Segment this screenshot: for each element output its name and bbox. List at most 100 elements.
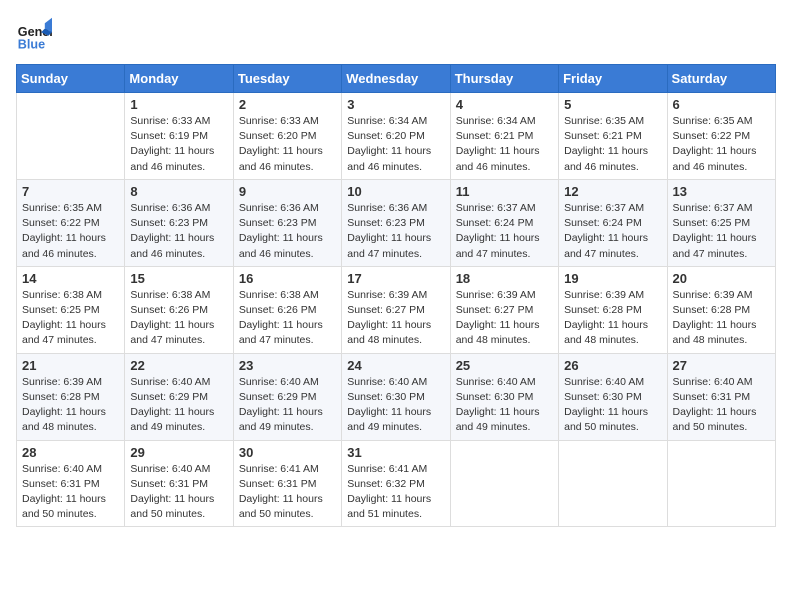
day-info: Sunrise: 6:37 AM Sunset: 6:24 PM Dayligh… (564, 201, 661, 262)
day-info: Sunrise: 6:40 AM Sunset: 6:31 PM Dayligh… (22, 462, 119, 523)
logo: General Blue (16, 16, 52, 52)
day-info: Sunrise: 6:39 AM Sunset: 6:27 PM Dayligh… (456, 288, 553, 349)
svg-text:Blue: Blue (18, 37, 45, 51)
calendar-cell: 4 Sunrise: 6:34 AM Sunset: 6:21 PM Dayli… (450, 93, 558, 180)
calendar-cell: 9 Sunrise: 6:36 AM Sunset: 6:23 PM Dayli… (233, 179, 341, 266)
logo-icon: General Blue (16, 16, 52, 52)
day-info: Sunrise: 6:33 AM Sunset: 6:19 PM Dayligh… (130, 114, 227, 175)
calendar-cell: 30 Sunrise: 6:41 AM Sunset: 6:31 PM Dayl… (233, 440, 341, 527)
calendar-cell: 31 Sunrise: 6:41 AM Sunset: 6:32 PM Dayl… (342, 440, 450, 527)
calendar-week-row: 7 Sunrise: 6:35 AM Sunset: 6:22 PM Dayli… (17, 179, 776, 266)
day-number: 9 (239, 184, 336, 199)
day-info: Sunrise: 6:41 AM Sunset: 6:31 PM Dayligh… (239, 462, 336, 523)
day-number: 27 (673, 358, 770, 373)
calendar-cell: 7 Sunrise: 6:35 AM Sunset: 6:22 PM Dayli… (17, 179, 125, 266)
calendar-cell (667, 440, 775, 527)
day-number: 17 (347, 271, 444, 286)
day-info: Sunrise: 6:40 AM Sunset: 6:30 PM Dayligh… (456, 375, 553, 436)
day-number: 1 (130, 97, 227, 112)
day-number: 26 (564, 358, 661, 373)
calendar-week-row: 14 Sunrise: 6:38 AM Sunset: 6:25 PM Dayl… (17, 266, 776, 353)
day-info: Sunrise: 6:35 AM Sunset: 6:22 PM Dayligh… (22, 201, 119, 262)
day-number: 22 (130, 358, 227, 373)
day-info: Sunrise: 6:33 AM Sunset: 6:20 PM Dayligh… (239, 114, 336, 175)
weekday-header-row: SundayMondayTuesdayWednesdayThursdayFrid… (17, 65, 776, 93)
calendar-cell: 6 Sunrise: 6:35 AM Sunset: 6:22 PM Dayli… (667, 93, 775, 180)
weekday-label: Monday (125, 65, 233, 93)
calendar-cell: 1 Sunrise: 6:33 AM Sunset: 6:19 PM Dayli… (125, 93, 233, 180)
day-info: Sunrise: 6:35 AM Sunset: 6:22 PM Dayligh… (673, 114, 770, 175)
day-number: 10 (347, 184, 444, 199)
day-number: 30 (239, 445, 336, 460)
calendar-cell: 23 Sunrise: 6:40 AM Sunset: 6:29 PM Dayl… (233, 353, 341, 440)
day-info: Sunrise: 6:39 AM Sunset: 6:27 PM Dayligh… (347, 288, 444, 349)
page-header: General Blue (16, 16, 776, 52)
calendar-cell: 3 Sunrise: 6:34 AM Sunset: 6:20 PM Dayli… (342, 93, 450, 180)
day-number: 12 (564, 184, 661, 199)
calendar-cell: 2 Sunrise: 6:33 AM Sunset: 6:20 PM Dayli… (233, 93, 341, 180)
day-number: 28 (22, 445, 119, 460)
day-number: 14 (22, 271, 119, 286)
day-number: 25 (456, 358, 553, 373)
calendar-cell: 8 Sunrise: 6:36 AM Sunset: 6:23 PM Dayli… (125, 179, 233, 266)
day-number: 24 (347, 358, 444, 373)
day-number: 15 (130, 271, 227, 286)
weekday-label: Sunday (17, 65, 125, 93)
weekday-label: Friday (559, 65, 667, 93)
day-info: Sunrise: 6:37 AM Sunset: 6:25 PM Dayligh… (673, 201, 770, 262)
day-number: 5 (564, 97, 661, 112)
day-number: 8 (130, 184, 227, 199)
day-info: Sunrise: 6:39 AM Sunset: 6:28 PM Dayligh… (564, 288, 661, 349)
calendar-week-row: 28 Sunrise: 6:40 AM Sunset: 6:31 PM Dayl… (17, 440, 776, 527)
day-info: Sunrise: 6:34 AM Sunset: 6:20 PM Dayligh… (347, 114, 444, 175)
day-info: Sunrise: 6:36 AM Sunset: 6:23 PM Dayligh… (347, 201, 444, 262)
weekday-label: Wednesday (342, 65, 450, 93)
day-number: 13 (673, 184, 770, 199)
calendar-cell: 25 Sunrise: 6:40 AM Sunset: 6:30 PM Dayl… (450, 353, 558, 440)
day-number: 11 (456, 184, 553, 199)
calendar-cell: 11 Sunrise: 6:37 AM Sunset: 6:24 PM Dayl… (450, 179, 558, 266)
calendar-cell: 14 Sunrise: 6:38 AM Sunset: 6:25 PM Dayl… (17, 266, 125, 353)
calendar-cell: 28 Sunrise: 6:40 AM Sunset: 6:31 PM Dayl… (17, 440, 125, 527)
day-number: 16 (239, 271, 336, 286)
calendar-cell: 20 Sunrise: 6:39 AM Sunset: 6:28 PM Dayl… (667, 266, 775, 353)
calendar-cell: 13 Sunrise: 6:37 AM Sunset: 6:25 PM Dayl… (667, 179, 775, 266)
calendar-cell: 29 Sunrise: 6:40 AM Sunset: 6:31 PM Dayl… (125, 440, 233, 527)
day-number: 31 (347, 445, 444, 460)
day-number: 7 (22, 184, 119, 199)
calendar-cell: 12 Sunrise: 6:37 AM Sunset: 6:24 PM Dayl… (559, 179, 667, 266)
day-number: 2 (239, 97, 336, 112)
day-info: Sunrise: 6:40 AM Sunset: 6:30 PM Dayligh… (564, 375, 661, 436)
day-number: 18 (456, 271, 553, 286)
day-info: Sunrise: 6:39 AM Sunset: 6:28 PM Dayligh… (673, 288, 770, 349)
calendar-cell: 27 Sunrise: 6:40 AM Sunset: 6:31 PM Dayl… (667, 353, 775, 440)
day-info: Sunrise: 6:41 AM Sunset: 6:32 PM Dayligh… (347, 462, 444, 523)
calendar-cell: 24 Sunrise: 6:40 AM Sunset: 6:30 PM Dayl… (342, 353, 450, 440)
calendar-table: SundayMondayTuesdayWednesdayThursdayFrid… (16, 64, 776, 527)
calendar-cell: 5 Sunrise: 6:35 AM Sunset: 6:21 PM Dayli… (559, 93, 667, 180)
calendar-cell: 26 Sunrise: 6:40 AM Sunset: 6:30 PM Dayl… (559, 353, 667, 440)
day-info: Sunrise: 6:38 AM Sunset: 6:26 PM Dayligh… (239, 288, 336, 349)
calendar-week-row: 1 Sunrise: 6:33 AM Sunset: 6:19 PM Dayli… (17, 93, 776, 180)
day-info: Sunrise: 6:35 AM Sunset: 6:21 PM Dayligh… (564, 114, 661, 175)
day-info: Sunrise: 6:38 AM Sunset: 6:26 PM Dayligh… (130, 288, 227, 349)
day-number: 20 (673, 271, 770, 286)
calendar-cell: 18 Sunrise: 6:39 AM Sunset: 6:27 PM Dayl… (450, 266, 558, 353)
weekday-label: Thursday (450, 65, 558, 93)
calendar-body: 1 Sunrise: 6:33 AM Sunset: 6:19 PM Dayli… (17, 93, 776, 527)
calendar-cell: 15 Sunrise: 6:38 AM Sunset: 6:26 PM Dayl… (125, 266, 233, 353)
day-number: 6 (673, 97, 770, 112)
calendar-cell: 10 Sunrise: 6:36 AM Sunset: 6:23 PM Dayl… (342, 179, 450, 266)
calendar-cell (450, 440, 558, 527)
calendar-cell: 22 Sunrise: 6:40 AM Sunset: 6:29 PM Dayl… (125, 353, 233, 440)
day-number: 21 (22, 358, 119, 373)
day-info: Sunrise: 6:40 AM Sunset: 6:31 PM Dayligh… (673, 375, 770, 436)
day-info: Sunrise: 6:40 AM Sunset: 6:31 PM Dayligh… (130, 462, 227, 523)
calendar-cell (17, 93, 125, 180)
day-info: Sunrise: 6:38 AM Sunset: 6:25 PM Dayligh… (22, 288, 119, 349)
day-info: Sunrise: 6:39 AM Sunset: 6:28 PM Dayligh… (22, 375, 119, 436)
weekday-label: Tuesday (233, 65, 341, 93)
day-info: Sunrise: 6:40 AM Sunset: 6:30 PM Dayligh… (347, 375, 444, 436)
day-number: 19 (564, 271, 661, 286)
day-number: 3 (347, 97, 444, 112)
